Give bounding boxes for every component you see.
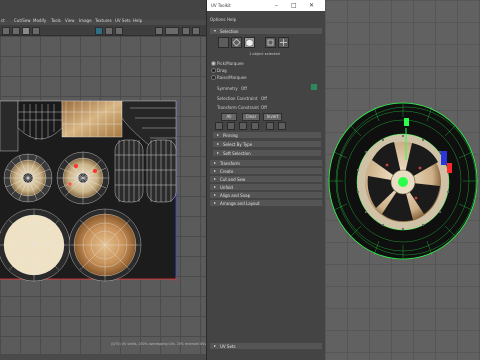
section-create-label: Create bbox=[220, 169, 234, 174]
symmetry-dropdown[interactable]: Off bbox=[241, 86, 247, 91]
menu-ct[interactable]: ct bbox=[1, 18, 5, 23]
close-icon[interactable]: ✕ bbox=[309, 2, 314, 9]
transform-constraint-label: Transform Constraint bbox=[217, 105, 259, 110]
subsection-select-by-type-label: Select By Type bbox=[223, 142, 253, 147]
maximize-icon[interactable]: □ bbox=[291, 2, 297, 9]
image-display-icon[interactable] bbox=[32, 27, 40, 35]
selected-count-text: 1 object selected bbox=[249, 52, 280, 56]
uv-toolkit-menubar: Options Help bbox=[207, 17, 325, 24]
uv-editor-toolbar bbox=[0, 25, 206, 36]
label-drag: Drag bbox=[217, 68, 227, 73]
section-cut-and-sew-label: Cut and Sew bbox=[220, 177, 246, 182]
distortion-icon[interactable] bbox=[115, 27, 123, 35]
subsection-soft-selection[interactable]: ▸ Soft Selection bbox=[213, 150, 321, 156]
shrink-selection-icon[interactable] bbox=[227, 122, 235, 130]
expand-right-icon: ▸ bbox=[217, 141, 220, 146]
invert-selection-button[interactable]: Invert bbox=[263, 113, 282, 121]
expand-right-icon: ▸ bbox=[214, 160, 217, 165]
uv-layout-svg bbox=[0, 100, 177, 282]
section-align-and-snap[interactable]: ▸ Align and Snap bbox=[210, 192, 322, 198]
menu-options[interactable]: Options bbox=[210, 17, 225, 22]
uv-shell-mode-icon[interactable] bbox=[278, 37, 289, 48]
section-arrange-and-layout[interactable]: ▸ Arrange and Layout bbox=[210, 200, 322, 206]
shading-icon[interactable] bbox=[12, 27, 20, 35]
section-align-and-snap-label: Align and Snap bbox=[220, 193, 251, 198]
menu-textures[interactable]: Textures bbox=[95, 18, 112, 23]
select-all-button[interactable]: All bbox=[221, 113, 237, 121]
select-shell-icon[interactable] bbox=[239, 122, 247, 130]
uv-toolkit-panel: UV Toolkit – □ ✕ Options Help ▾ Selectio… bbox=[206, 0, 326, 360]
uv-status-text: (0/70) UV shells, 200% overlapping UVs, … bbox=[111, 342, 206, 346]
section-selection-label: Selection bbox=[220, 29, 239, 34]
section-create[interactable]: ▸ Create bbox=[210, 168, 322, 174]
expand-right-icon: ▸ bbox=[214, 192, 217, 197]
expand-right-icon: ▸ bbox=[214, 343, 217, 348]
uv-mode-icon[interactable] bbox=[265, 37, 276, 48]
menu-help[interactable]: Help bbox=[133, 18, 142, 23]
uv-shell-icon[interactable] bbox=[105, 27, 113, 35]
section-unfold-label: Unfold bbox=[220, 185, 233, 190]
subsection-pinning[interactable]: ▸ Pinning bbox=[213, 132, 321, 138]
menu-cut-sew[interactable]: Cut/Sew bbox=[14, 18, 31, 23]
clear-selection-button[interactable]: Clear bbox=[242, 113, 260, 121]
transform-constraint-dropdown[interactable]: Off bbox=[261, 105, 267, 110]
grow-selection-icon[interactable] bbox=[215, 122, 223, 130]
section-transform[interactable]: ▸ Transform bbox=[210, 160, 322, 166]
section-uv-sets[interactable]: ▸ UV Sets bbox=[210, 343, 322, 349]
uv-editor-menubar: ct Cut/Sew Modify Tools View Image Textu… bbox=[0, 0, 206, 23]
symmetry-label: Symmetry bbox=[217, 86, 238, 91]
wheel-rim bbox=[356, 133, 450, 231]
section-cut-and-sew[interactable]: ▸ Cut and Sew bbox=[210, 176, 322, 182]
uv-toolkit-title: UV Toolkit bbox=[211, 3, 231, 8]
radio-drag[interactable] bbox=[211, 68, 216, 73]
expand-down-icon: ▾ bbox=[214, 28, 217, 33]
symmetry-toggle-icon[interactable] bbox=[311, 84, 317, 90]
uv-toolkit-titlebar[interactable]: UV Toolkit – □ ✕ bbox=[207, 0, 325, 11]
radio-raise-marquee[interactable] bbox=[211, 75, 216, 80]
expand-right-icon: ▸ bbox=[214, 168, 217, 173]
minimize-icon[interactable]: – bbox=[275, 2, 278, 9]
texture-icon[interactable] bbox=[22, 27, 30, 35]
menu-image[interactable]: Image bbox=[79, 18, 92, 23]
subsection-soft-selection-label: Soft Selection bbox=[223, 151, 251, 156]
select-nonoverlap-icon[interactable] bbox=[278, 122, 286, 130]
expand-right-icon: ▸ bbox=[214, 176, 217, 181]
section-arrange-and-layout-label: Arrange and Layout bbox=[220, 201, 260, 206]
more-options-icon[interactable] bbox=[192, 27, 200, 35]
menu-toolkit-help[interactable]: Help bbox=[227, 17, 236, 22]
menu-view[interactable]: View bbox=[65, 18, 75, 23]
gamma-slider[interactable] bbox=[165, 27, 179, 35]
section-selection-header[interactable]: ▾ Selection bbox=[210, 28, 322, 34]
menu-tools[interactable]: Tools bbox=[51, 18, 61, 23]
expand-right-icon: ▸ bbox=[217, 132, 220, 137]
wheel-model-svg bbox=[328, 102, 478, 260]
checker-icon[interactable] bbox=[95, 27, 103, 35]
expand-right-icon: ▸ bbox=[217, 150, 220, 155]
vertex-mode-icon[interactable] bbox=[218, 37, 229, 48]
radio-pick-marquee[interactable] bbox=[211, 61, 216, 66]
edge-mode-icon[interactable] bbox=[231, 37, 242, 48]
menu-modify[interactable]: Modify bbox=[33, 18, 46, 23]
subsection-pinning-label: Pinning bbox=[223, 133, 238, 138]
label-raise-marquee: Raise/Marquee bbox=[217, 75, 247, 80]
selection-constraint-dropdown[interactable]: Off bbox=[261, 96, 267, 101]
face-mode-icon[interactable] bbox=[244, 37, 255, 48]
selection-constraint-label: Selection Constraint bbox=[217, 96, 258, 101]
uv-editor-panel: ct Cut/Sew Modify Tools View Image Textu… bbox=[0, 0, 207, 360]
section-transform-label: Transform bbox=[220, 161, 240, 166]
menu-uv-sets[interactable]: UV Sets bbox=[115, 18, 131, 23]
section-unfold[interactable]: ▸ Unfold bbox=[210, 184, 322, 190]
uv-grid-canvas[interactable] bbox=[0, 36, 206, 354]
color-mode-icon[interactable] bbox=[182, 27, 190, 35]
select-border-icon[interactable] bbox=[251, 122, 259, 130]
subsection-select-by-type[interactable]: ▸ Select By Type bbox=[213, 141, 321, 147]
expand-right-icon: ▸ bbox=[214, 184, 217, 189]
3d-viewport[interactable] bbox=[325, 0, 480, 360]
label-pick-marquee: Pick/Marquee bbox=[217, 61, 244, 66]
grid-toggle-icon[interactable] bbox=[2, 27, 10, 35]
exposure-icon[interactable] bbox=[155, 27, 163, 35]
select-overlap-icon[interactable] bbox=[266, 122, 274, 130]
expand-right-icon: ▸ bbox=[214, 200, 217, 205]
section-uv-sets-label: UV Sets bbox=[220, 344, 236, 349]
